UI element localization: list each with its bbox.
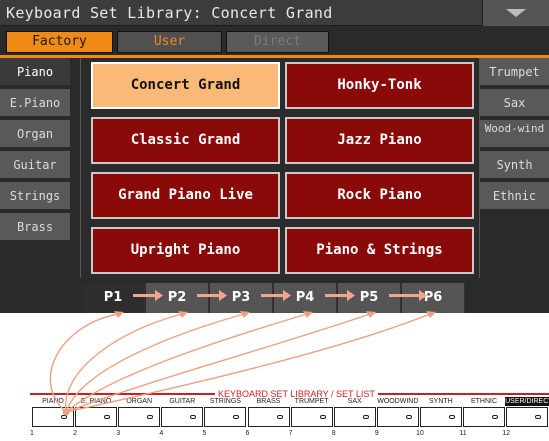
panel-button-label-guitar: GUITAR bbox=[169, 398, 196, 405]
tab-direct: Direct bbox=[226, 31, 329, 53]
preset-classic-grand[interactable]: Classic Grand bbox=[91, 117, 280, 164]
category-tab-piano[interactable]: Piano bbox=[0, 58, 70, 86]
page-tab-p2[interactable]: P2 bbox=[146, 283, 209, 313]
category-tab-strings[interactable]: Strings bbox=[0, 182, 70, 210]
preset-grand-piano-live[interactable]: Grand Piano Live bbox=[91, 172, 280, 219]
page-tab-p4[interactable]: P4 bbox=[274, 283, 337, 313]
preset-rock-piano[interactable]: Rock Piano bbox=[285, 172, 474, 219]
led-indicator bbox=[147, 415, 154, 419]
panel-button-number: 9 bbox=[374, 430, 379, 437]
led-indicator bbox=[319, 415, 326, 419]
led-indicator bbox=[233, 415, 240, 419]
led-indicator bbox=[492, 415, 498, 419]
panel-button-label-woodwind: WOODWIND bbox=[377, 398, 419, 405]
panel-button-number: 8 bbox=[331, 430, 336, 437]
panel-button-number: 11 bbox=[459, 430, 467, 437]
title-bar: Keyboard Set Library: Concert Grand bbox=[0, 0, 549, 26]
category-tab-woodwind[interactable]: Wood-wind bbox=[480, 120, 549, 148]
panel-button-label-ethnic: ETHNIC bbox=[470, 398, 498, 405]
panel-button-synth[interactable] bbox=[419, 407, 462, 427]
control-panel: KEYBOARD SET LIBRARY / SET LIST PIANO 1 E.… bbox=[0, 380, 549, 441]
preset-honky-tonk[interactable]: Honky-Tonk bbox=[285, 62, 474, 109]
panel-button-woodwind[interactable] bbox=[376, 407, 419, 427]
panel-button-label-strings: STRINGS bbox=[209, 398, 241, 405]
page-tab-p6[interactable]: P6 bbox=[402, 283, 465, 313]
panel-button-guitar[interactable] bbox=[161, 407, 204, 427]
preset-jazz-piano[interactable]: Jazz Piano bbox=[285, 117, 474, 164]
panel-button-number: 2 bbox=[73, 430, 78, 437]
keyboard-set-library-screen: Keyboard Set Library: Concert Grand Fact… bbox=[0, 0, 549, 313]
panel-button-number: 6 bbox=[245, 430, 250, 437]
panel-button-number: 4 bbox=[159, 430, 164, 437]
category-tab-sax[interactable]: Sax bbox=[480, 89, 549, 117]
panel-button-label-e-piano: E. PIANO bbox=[80, 398, 112, 405]
panel-button-e-piano[interactable] bbox=[75, 407, 118, 427]
panel-button-label-trumpet: TRUMPET bbox=[294, 398, 329, 405]
panel-button-strings[interactable] bbox=[204, 407, 247, 427]
led-indicator bbox=[362, 415, 369, 419]
led-indicator bbox=[61, 415, 67, 419]
panel-button-label-user-direct: USER/DIRECT bbox=[505, 397, 549, 406]
category-tab-epiano[interactable]: E.Piano bbox=[0, 89, 70, 117]
panel-button-sax[interactable] bbox=[333, 407, 376, 427]
led-indicator bbox=[104, 415, 111, 419]
category-tab-brass[interactable]: Brass bbox=[0, 213, 70, 241]
panel-button-brass[interactable] bbox=[247, 407, 290, 427]
category-tab-guitar[interactable]: Guitar bbox=[0, 151, 70, 179]
category-tab-synth[interactable]: Synth bbox=[480, 151, 549, 179]
category-tab-organ[interactable]: Organ bbox=[0, 120, 70, 148]
preset-piano-strings[interactable]: Piano & Strings bbox=[285, 227, 474, 274]
panel-button-label-synth: SYNTH bbox=[429, 398, 453, 405]
tab-user[interactable]: User bbox=[117, 31, 222, 53]
panel-button-piano[interactable] bbox=[32, 407, 74, 427]
page-title: Keyboard Set Library: Concert Grand bbox=[6, 4, 333, 22]
led-indicator bbox=[448, 415, 455, 419]
panel-button-trumpet[interactable] bbox=[290, 407, 333, 427]
category-tab-ethnic[interactable]: Ethnic bbox=[480, 182, 549, 210]
page-tab-p1[interactable]: P1 bbox=[82, 283, 145, 313]
panel-button-ethnic[interactable] bbox=[463, 407, 505, 427]
panel-button-number: 10 bbox=[415, 430, 424, 437]
tab-factory[interactable]: Factory bbox=[6, 31, 113, 53]
panel-button-number: 3 bbox=[116, 430, 121, 437]
led-indicator bbox=[535, 415, 542, 419]
led-indicator bbox=[276, 415, 283, 419]
panel-button-label-brass: BRASS bbox=[256, 398, 281, 405]
panel-button-label-sax: SAX bbox=[347, 398, 362, 405]
page-tab-p3[interactable]: P3 bbox=[210, 283, 273, 313]
panel-button-number: 7 bbox=[288, 430, 293, 437]
panel-button-number: 12 bbox=[502, 430, 510, 437]
led-indicator bbox=[405, 415, 412, 419]
preset-concert-grand[interactable]: Concert Grand bbox=[91, 62, 280, 109]
led-indicator bbox=[190, 415, 197, 419]
preset-upright-piano[interactable]: Upright Piano bbox=[91, 227, 280, 274]
panel-button-number: 5 bbox=[202, 430, 207, 437]
panel-button-user-direct[interactable] bbox=[506, 407, 549, 427]
panel-button-label-piano: PIANO bbox=[42, 398, 64, 405]
category-tab-trumpet[interactable]: Trumpet bbox=[480, 58, 549, 86]
page-tab-p5[interactable]: P5 bbox=[338, 283, 401, 313]
panel-button-number: 1 bbox=[30, 430, 34, 437]
panel-button-label-organ: ORGAN bbox=[126, 398, 153, 405]
panel-button-organ[interactable] bbox=[118, 407, 161, 427]
page-menu-button[interactable] bbox=[482, 0, 549, 26]
